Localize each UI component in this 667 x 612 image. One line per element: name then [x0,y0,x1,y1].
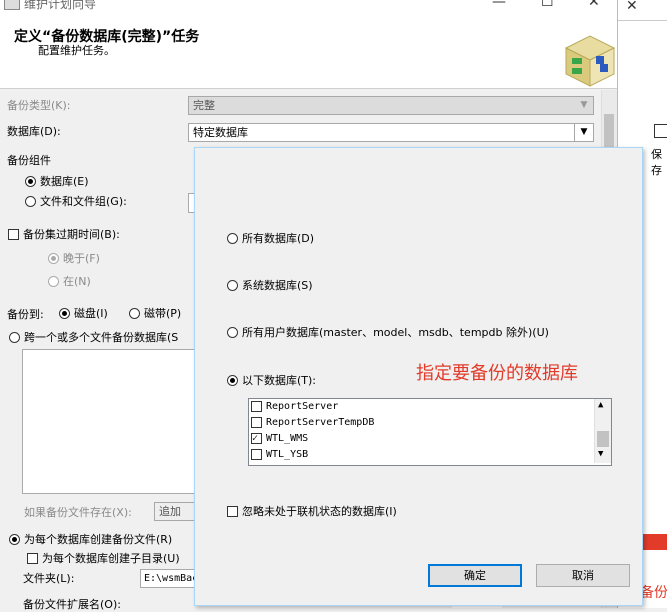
chevron-down-icon[interactable]: ▼ [598,449,603,459]
backup-to-tape-radio[interactable]: 磁带(P) [129,305,181,321]
radio-icon[interactable] [9,533,20,545]
component-files-radio[interactable]: 文件和文件组(G): [25,193,127,209]
backup-to-label: 备份到: [7,308,44,321]
radio-icon[interactable] [129,307,140,319]
backup-type-label: 备份类型(K): [7,99,71,112]
checkbox-icon[interactable] [251,448,262,460]
system-databases-radio[interactable]: 系统数据库(S) [227,277,313,293]
database-value: 特定数据库 [193,126,248,139]
folder-input[interactable]: E:\wsmBac [140,569,196,588]
extension-label: 备份文件扩展名(O): [23,598,121,611]
database-checklist[interactable]: ReportServer ReportServerTempDB WTL_WMS … [248,398,612,466]
chevron-down-icon: ▼ [580,100,588,110]
wizard-header: 定义“备份数据库(完整)”任务 配置维护任务。 [0,10,617,89]
radio-icon[interactable] [227,326,238,338]
maximize-button[interactable]: ☐ [541,0,554,10]
list-item[interactable]: WTL_YSB [251,447,308,463]
red-bar [642,534,667,550]
checkbox-icon[interactable] [227,505,238,517]
list-scrollbar[interactable]: ▲ ▼ [594,399,611,463]
expire-on-radio[interactable]: 在(N) [48,273,91,289]
ok-button[interactable]: 确定 [428,564,522,587]
database-select-popup: 所有数据库(D) 系统数据库(S) 所有用户数据库(master、model、m… [194,147,643,606]
radio-icon[interactable] [48,252,59,264]
backup-files-list[interactable] [22,349,199,494]
backup-to-disk-radio[interactable]: 磁盘(I) [59,305,108,321]
checkbox-icon[interactable] [27,552,38,564]
save-icon[interactable] [654,124,667,138]
radio-icon[interactable] [9,331,20,343]
create-subdir-checkbox[interactable]: 为每个数据库创建子目录(U) [27,550,180,566]
backup-type-value: 完整 [193,99,215,112]
span-files-radio[interactable]: 跨一个或多个文件备份数据库(S [9,329,178,345]
radio-icon[interactable] [59,307,70,319]
database-combo[interactable]: 特定数据库 ▼ [188,123,594,142]
radio-icon[interactable] [25,175,36,187]
radio-icon[interactable] [48,275,59,287]
save-label[interactable]: 保存 [651,146,667,178]
expire-checkbox[interactable]: 备份集过期时间(B): [8,226,120,242]
ignore-offline-checkbox[interactable]: 忽略未处于联机状态的数据库(I) [227,503,397,519]
page-subtitle: 配置维护任务。 [38,44,115,57]
backup-type-combo: 完整 ▼ [188,96,594,115]
chevron-up-icon[interactable]: ▲ [598,400,603,410]
backup-component-label: 备份组件 [7,154,51,167]
close-button[interactable]: ✕ [588,0,600,10]
cancel-button[interactable]: 取消 [536,564,630,587]
checkbox-icon[interactable] [251,416,262,428]
list-item[interactable]: WTL_WMS [251,431,308,447]
radio-icon[interactable] [227,279,238,291]
all-databases-radio[interactable]: 所有数据库(D) [227,230,314,246]
if-exists-value: 追加 [159,505,181,518]
folder-label: 文件夹(L): [23,572,75,585]
wizard-graphic-icon [560,28,616,88]
window-title: 维护计划向导 [24,0,97,10]
radio-icon[interactable] [25,195,36,207]
red-label: 备份 [640,585,667,601]
expire-after-radio[interactable]: 晚于(F) [48,250,100,266]
component-database-radio[interactable]: 数据库(E) [25,173,89,189]
scrollbar-thumb[interactable] [597,431,609,447]
if-exists-label: 如果备份文件存在(X): [24,506,132,519]
minimize-button[interactable]: — [492,0,506,10]
database-label: 数据库(D): [7,125,61,138]
if-exists-combo[interactable]: 追加 [154,502,196,521]
radio-icon[interactable] [227,232,238,244]
divider [618,20,667,21]
annotation-text: 指定要备份的数据库 [416,363,578,384]
app-icon [4,0,20,10]
close-icon[interactable]: ✕ [626,0,638,14]
title-bar: 维护计划向导 — ☐ ✕ [0,0,617,10]
these-databases-radio[interactable]: 以下数据库(T): [227,372,316,388]
list-item[interactable]: ReportServer [251,399,338,415]
create-per-db-radio[interactable]: 为每个数据库创建备份文件(R) [9,531,172,547]
checkbox-icon[interactable] [251,400,262,412]
checkbox-icon[interactable] [251,431,262,447]
all-user-databases-radio[interactable]: 所有用户数据库(master、model、msdb、tempdb 除外)(U) [227,324,549,340]
checkbox-icon[interactable] [8,228,19,240]
radio-icon[interactable] [227,374,238,386]
list-item[interactable]: ReportServerTempDB [251,415,374,431]
chevron-down-icon[interactable]: ▼ [574,124,593,141]
